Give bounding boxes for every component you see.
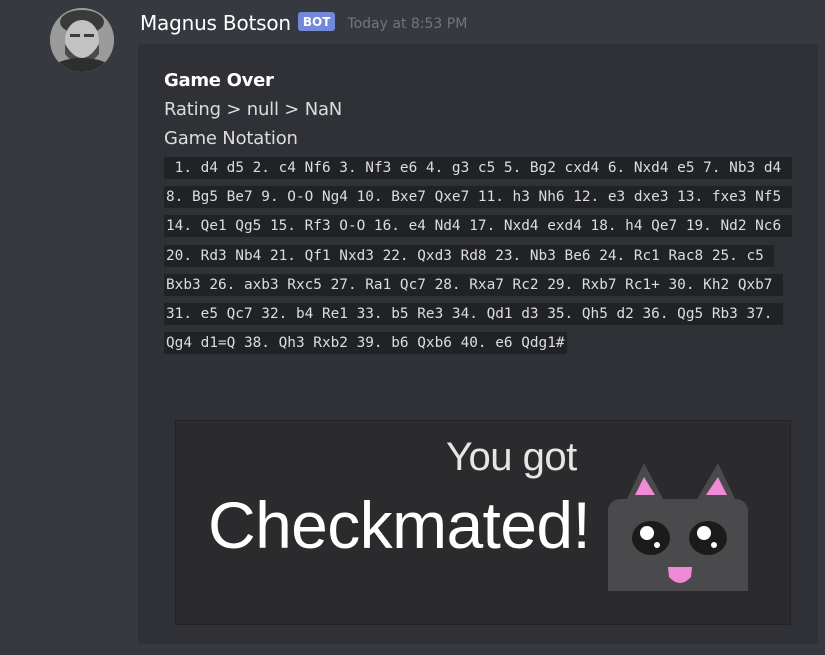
- image-caption-main: Checkmated!: [208, 488, 591, 562]
- chat-message: Magnus Botson BOT Today at 8:53 PM Game …: [0, 0, 825, 655]
- embed: Game Over Rating > null > NaN Game Notat…: [138, 44, 818, 644]
- rating-line: Rating > null > NaN: [164, 99, 343, 120]
- message-header: Magnus Botson BOT Today at 8:53 PM: [140, 8, 467, 38]
- username[interactable]: Magnus Botson: [140, 11, 291, 35]
- game-notation-text: 1. d4 d5 2. c4 Nf6 3. Nf3 e6 4. g3 c5 5.…: [164, 157, 792, 355]
- avatar-image: [50, 8, 114, 72]
- game-notation-code: 1. d4 d5 2. c4 Nf6 3. Nf3 e6 4. g3 c5 5.…: [164, 154, 804, 358]
- avatar[interactable]: [50, 8, 114, 72]
- image-caption-top: You got: [446, 435, 577, 479]
- notation-label: Game Notation: [164, 128, 298, 149]
- bot-badge: BOT: [297, 11, 336, 31]
- embed-title: Game Over: [164, 70, 274, 91]
- timestamp: Today at 8:53 PM: [347, 16, 468, 32]
- cat-face-icon: [608, 463, 748, 591]
- checkmate-image[interactable]: You got Checkmated!: [175, 420, 791, 625]
